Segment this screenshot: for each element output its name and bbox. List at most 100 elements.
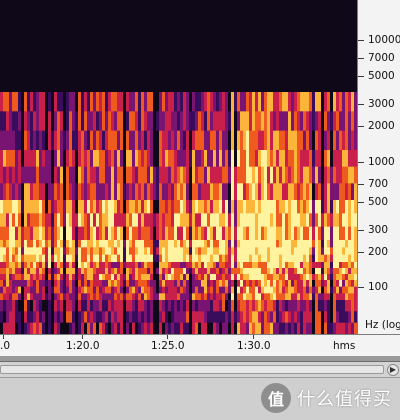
spectrogram-cell — [351, 268, 354, 275]
spectrogram-cell — [15, 247, 18, 256]
spectrogram-cell — [249, 150, 252, 168]
frequency-label: 300 — [368, 224, 389, 236]
spectrogram-cell — [225, 247, 228, 256]
scrollbar-thumb[interactable] — [0, 365, 384, 374]
scroll-right-arrow-icon[interactable]: ▶ — [387, 364, 399, 376]
spectrogram-cell — [315, 274, 318, 281]
spectrogram-cell — [15, 213, 18, 228]
spectrogram-cell — [258, 226, 261, 241]
spectrogram-cell — [51, 111, 54, 132]
spectrogram-cell — [45, 247, 48, 256]
spectrogram-cell — [180, 247, 183, 256]
spectrogram-cell — [93, 311, 96, 324]
spectrogram-cell — [243, 226, 246, 241]
spectrogram-cell — [165, 268, 168, 275]
spectrogram-view[interactable] — [0, 0, 357, 334]
spectrogram-cell — [84, 166, 87, 184]
spectrogram-cell — [309, 280, 312, 288]
spectrogram-cell — [315, 268, 318, 275]
spectrogram-cell — [156, 240, 159, 248]
spectrogram-cell — [165, 166, 168, 184]
spectrogram-cell — [99, 240, 102, 248]
spectrogram-cell — [117, 247, 120, 256]
spectrogram-cell — [189, 150, 192, 168]
spectrogram-cell — [300, 262, 303, 269]
spectrogram-cell — [36, 166, 39, 184]
spectrogram-cell — [351, 262, 354, 269]
spectrogram-cell — [306, 280, 309, 288]
spectrogram-cell — [165, 213, 168, 228]
frequency-tick — [358, 184, 364, 185]
spectrogram-cell — [228, 213, 231, 228]
spectrogram-cell — [291, 274, 294, 281]
spectrogram-cell — [39, 280, 42, 288]
spectrogram-cell — [258, 262, 261, 269]
spectrogram-cell — [24, 311, 27, 324]
spectrogram-cell — [150, 300, 153, 312]
spectrogram-cell — [345, 286, 348, 294]
spectrogram-cell — [36, 286, 39, 294]
spectrogram-cell — [228, 280, 231, 288]
spectrogram-cell — [330, 262, 333, 269]
spectrogram-cell — [27, 262, 30, 269]
spectrogram-cell — [117, 200, 120, 214]
spectrogram-cell — [51, 247, 54, 256]
spectrogram-cell — [81, 311, 84, 324]
spectrogram-cell — [324, 166, 327, 184]
spectrogram-cell — [96, 150, 99, 168]
spectrogram-cell — [258, 183, 261, 201]
spectrogram-cell — [12, 92, 15, 112]
spectrogram-cell — [0, 150, 3, 168]
spectrogram-cell — [102, 92, 105, 112]
spectrogram-cell — [339, 111, 342, 132]
spectrogram-cell — [159, 150, 162, 168]
spectrogram-cell — [93, 262, 96, 269]
spectrogram-cell — [327, 240, 330, 248]
spectrogram-cell — [183, 286, 186, 294]
spectrogram-cell — [219, 150, 222, 168]
spectrogram-cell — [132, 274, 135, 281]
spectrogram-cell — [141, 247, 144, 256]
spectrogram-cell — [333, 92, 336, 112]
spectrogram-cell — [318, 311, 321, 324]
spectrogram-cell — [297, 183, 300, 201]
spectrogram-cell — [342, 92, 345, 112]
spectrogram-cell — [174, 311, 177, 324]
spectrogram-cell — [24, 300, 27, 312]
spectrogram-cell — [12, 293, 15, 301]
spectrogram-cell — [336, 226, 339, 241]
spectrogram-cell — [348, 286, 351, 294]
spectrogram-cell — [156, 200, 159, 214]
spectrogram-cell — [36, 322, 39, 334]
spectrogram-cell — [261, 293, 264, 301]
spectrogram-cell — [294, 92, 297, 112]
spectrogram-cell — [90, 247, 93, 256]
spectrogram-cell — [306, 200, 309, 214]
spectrogram-cell — [192, 300, 195, 312]
spectrogram-cell — [12, 274, 15, 281]
spectrogram-cell — [81, 130, 84, 151]
spectrogram-cell — [81, 262, 84, 269]
spectrogram-cell — [153, 300, 156, 312]
spectrogram-cell — [87, 280, 90, 288]
spectrogram-cell — [108, 200, 111, 214]
spectrogram-cell — [258, 254, 261, 263]
horizontal-scrollbar[interactable]: ▶ — [0, 362, 400, 378]
spectrogram-cell — [297, 200, 300, 214]
spectrogram-cell — [201, 247, 204, 256]
spectrogram-cell — [105, 254, 108, 263]
spectrogram-cell — [222, 150, 225, 168]
spectrogram-cell — [39, 213, 42, 228]
spectrogram-cell — [48, 247, 51, 256]
spectrogram-cell — [21, 274, 24, 281]
spectrogram-cell — [96, 92, 99, 112]
spectrogram-cell — [267, 322, 270, 334]
spectrogram-cell — [252, 240, 255, 248]
spectrogram-cell — [12, 240, 15, 248]
spectrogram-cell — [189, 92, 192, 112]
spectrogram-cell — [348, 183, 351, 201]
spectrogram-cell — [324, 92, 327, 112]
spectrogram-cell — [279, 262, 282, 269]
spectrogram-cell — [162, 166, 165, 184]
spectrogram-cell — [66, 311, 69, 324]
